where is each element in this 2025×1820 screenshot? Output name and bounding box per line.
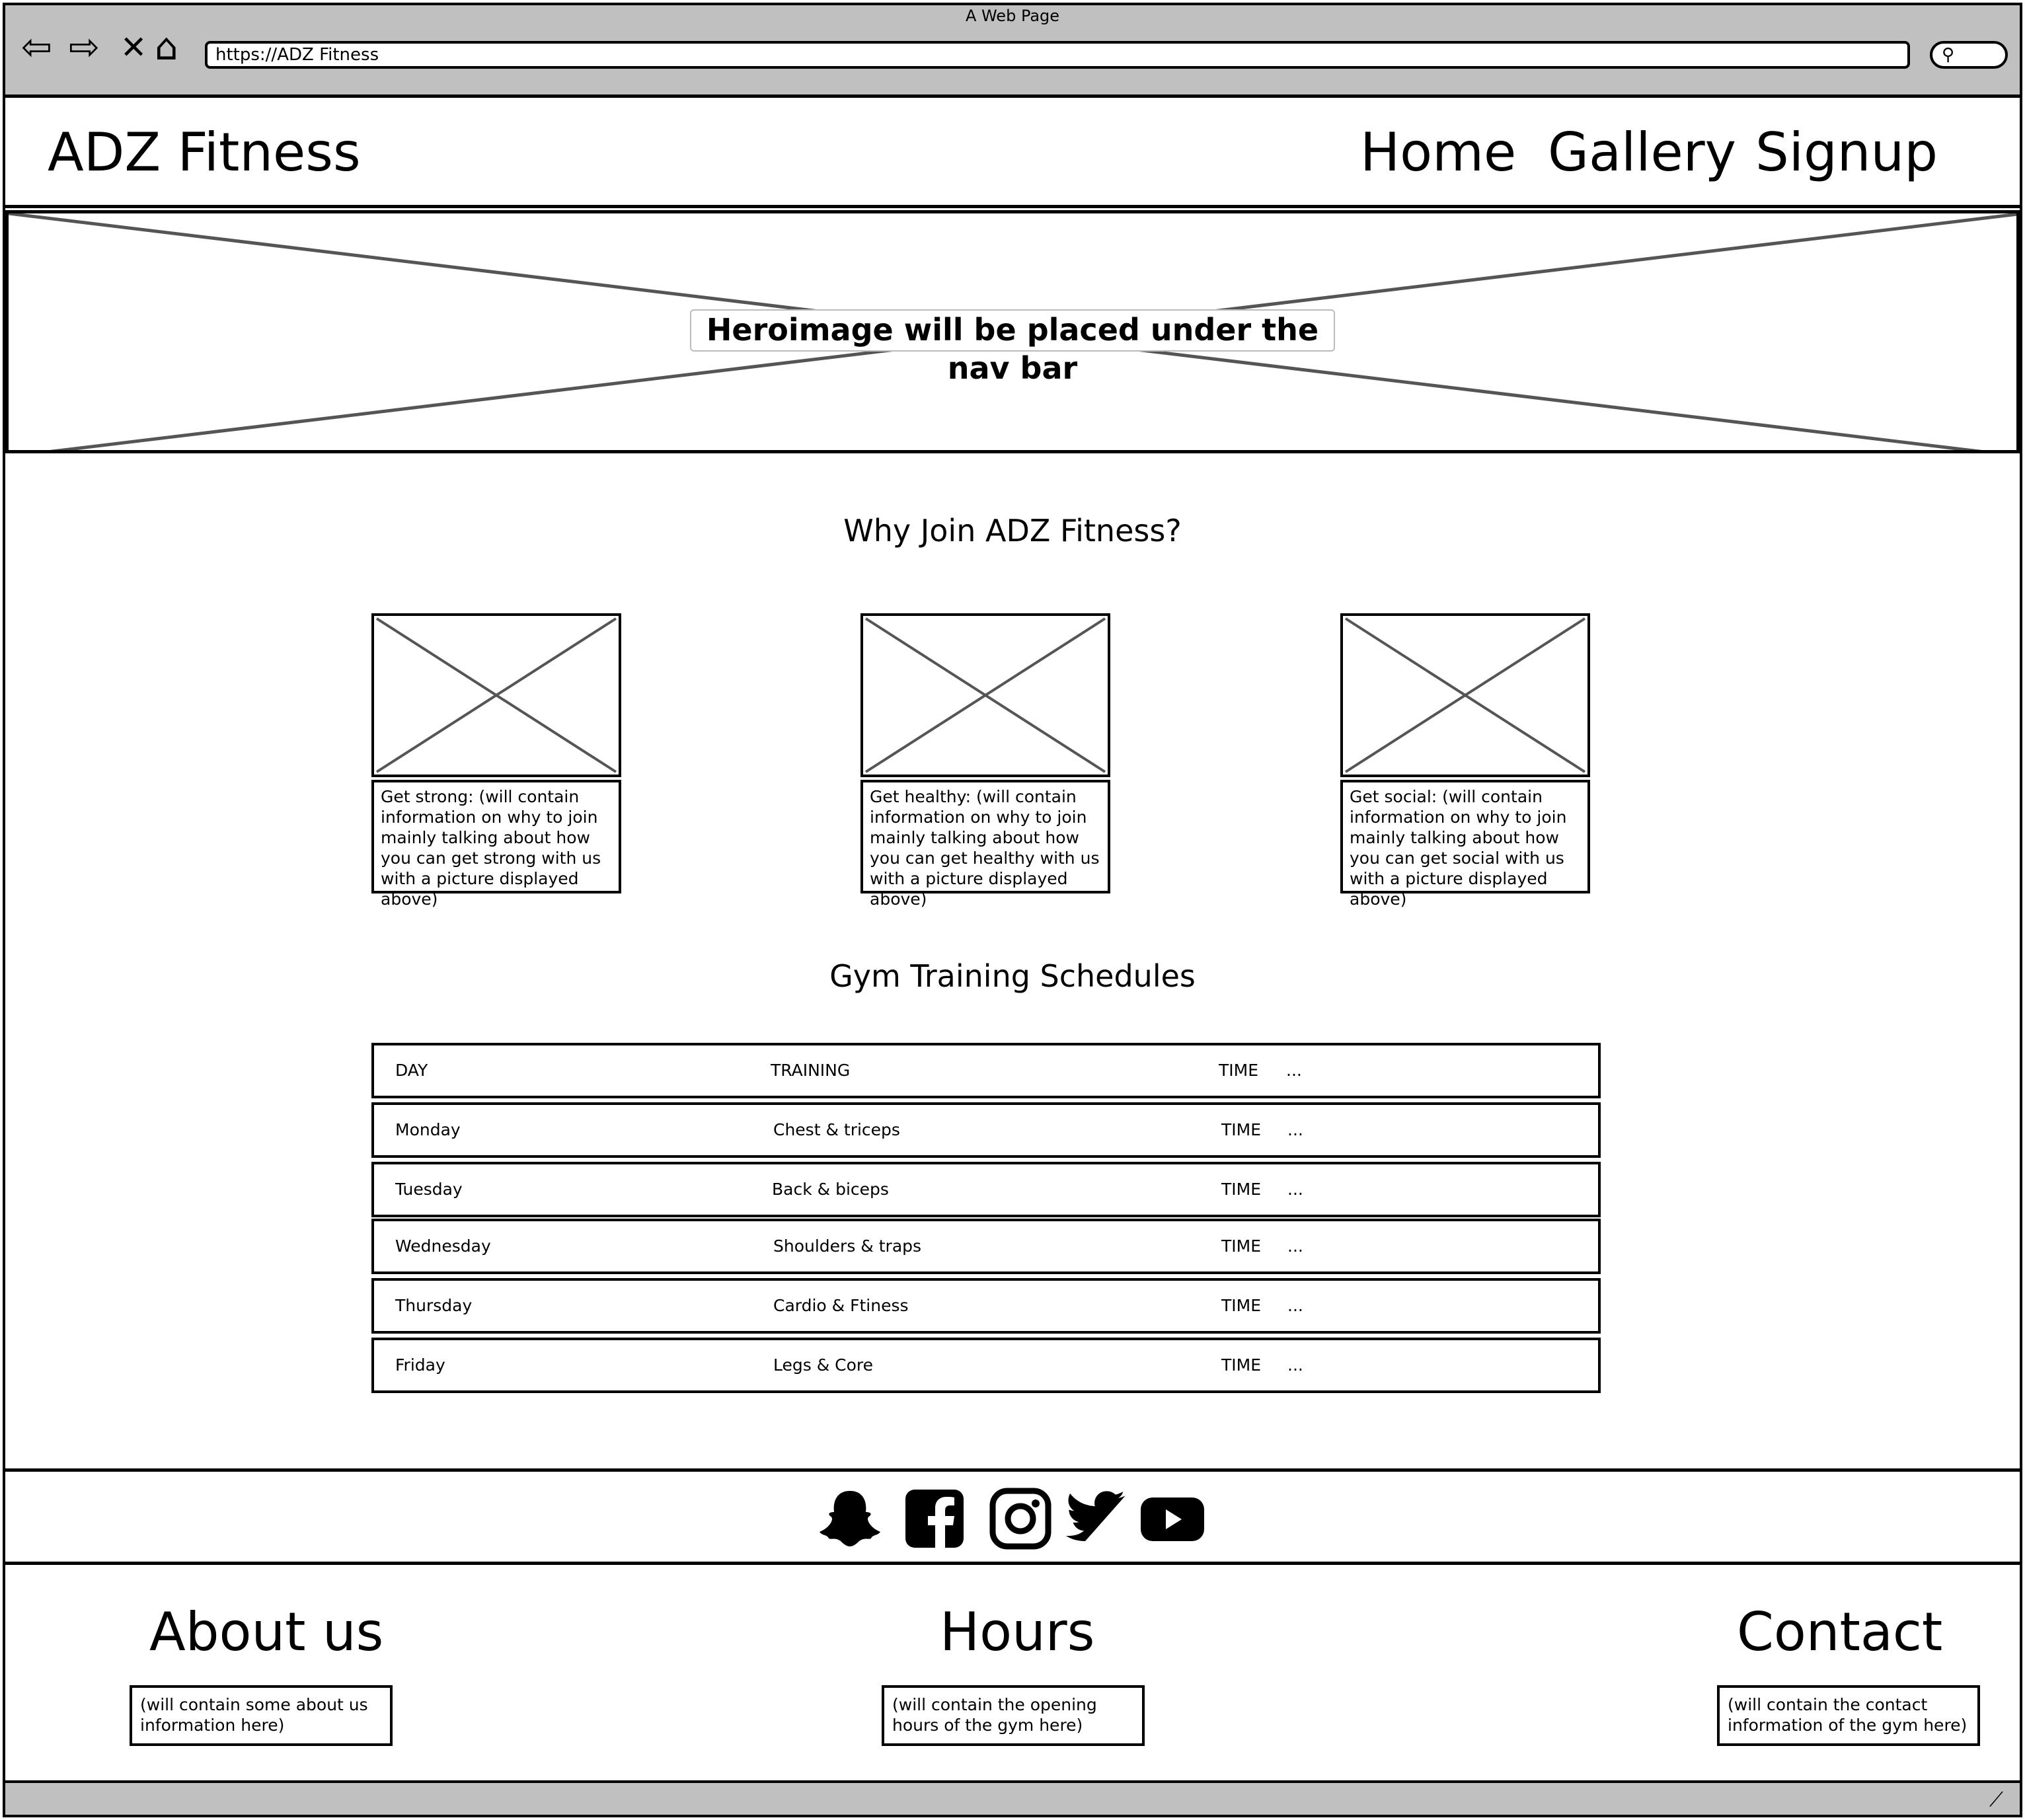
row-training: Back & biceps — [772, 1180, 889, 1199]
hours-title: Hours — [940, 1601, 1095, 1663]
row-more: ... — [1287, 1180, 1303, 1199]
row-time: TIME — [1221, 1355, 1262, 1375]
search-icon: ⚲ — [1942, 45, 1955, 65]
row-day: Friday — [395, 1355, 445, 1375]
window-title: A Web Page — [965, 7, 1060, 25]
header-day: DAY — [395, 1061, 428, 1080]
nav-gallery[interactable]: Gallery — [1548, 116, 1736, 189]
header-more: ... — [1286, 1061, 1302, 1080]
hours-text: (will contain the opening hours of the g… — [882, 1685, 1145, 1746]
row-time: TIME — [1221, 1236, 1262, 1256]
contact-title: Contact — [1737, 1601, 1943, 1663]
schedule-title: Gym Training Schedules — [829, 958, 1196, 994]
row-day: Wednesday — [395, 1236, 491, 1256]
row-day: Thursday — [395, 1296, 473, 1315]
row-training: Cardio & Ftiness — [773, 1296, 909, 1315]
feature-text-social: Get social: (will contain information on… — [1340, 780, 1590, 909]
facebook-icon[interactable] — [901, 1486, 968, 1552]
home-icon[interactable]: ⌂ — [155, 29, 178, 66]
row-training: Legs & Core — [773, 1355, 874, 1375]
about-title: About us — [149, 1601, 384, 1663]
table-row: Wednesday Shoulders & traps TIME ... — [371, 1219, 1601, 1274]
row-training: Chest & triceps — [773, 1120, 900, 1139]
row-more: ... — [1287, 1236, 1303, 1256]
browser-statusbar — [3, 1780, 2022, 1817]
site-logo-text[interactable]: ADZ Fitness — [48, 116, 361, 189]
feature-image-social — [1340, 613, 1590, 777]
table-header-row: DAY TRAINING TIME ... — [371, 1043, 1601, 1098]
table-row: Tuesday Back & biceps TIME ... — [371, 1162, 1601, 1217]
row-time: TIME — [1221, 1120, 1262, 1139]
header-training: TRAINING — [771, 1061, 851, 1080]
table-row: Friday Legs & Core TIME ... — [371, 1338, 1601, 1393]
row-more: ... — [1287, 1120, 1303, 1139]
youtube-icon[interactable] — [1138, 1486, 1207, 1552]
why-join-title: Why Join ADZ Fitness? — [843, 513, 1182, 549]
url-input[interactable]: https://ADZ Fitness — [205, 41, 1910, 69]
row-day: Monday — [395, 1120, 461, 1139]
feature-text-healthy: Get healthy: (will contain information o… — [860, 780, 1110, 909]
row-day: Tuesday — [395, 1180, 463, 1199]
header-time: TIME — [1219, 1061, 1259, 1080]
snapchat-icon[interactable] — [817, 1486, 883, 1552]
row-more: ... — [1287, 1355, 1303, 1375]
search-button[interactable]: ⚲ — [1930, 41, 2008, 69]
instagram-icon[interactable] — [987, 1486, 1053, 1552]
feature-image-strong — [371, 613, 621, 777]
row-training: Shoulders & traps — [773, 1236, 922, 1256]
feature-text-strong: Get strong: (will contain information on… — [371, 780, 621, 909]
hero-caption: Heroimage will be placed under the nav b… — [690, 309, 1335, 386]
nav-signup[interactable]: Signup — [1755, 116, 1938, 189]
twitter-icon[interactable] — [1064, 1486, 1130, 1552]
back-icon[interactable]: ⇦ — [21, 29, 52, 66]
close-icon[interactable]: ✕ — [120, 29, 147, 66]
about-text: (will contain some about us information … — [130, 1685, 393, 1746]
nav-home[interactable]: Home — [1360, 116, 1516, 189]
row-time: TIME — [1221, 1180, 1262, 1199]
table-row: Monday Chest & triceps TIME ... — [371, 1102, 1601, 1158]
table-row: Thursday Cardio & Ftiness TIME ... — [371, 1278, 1601, 1334]
feature-image-healthy — [860, 613, 1110, 777]
resize-handle-icon[interactable]: ⟋ — [1989, 1788, 2003, 1811]
contact-text: (will contain the contact information of… — [1717, 1685, 1980, 1746]
row-time: TIME — [1221, 1296, 1262, 1315]
forward-icon[interactable]: ⇨ — [69, 29, 100, 66]
row-more: ... — [1287, 1296, 1303, 1315]
